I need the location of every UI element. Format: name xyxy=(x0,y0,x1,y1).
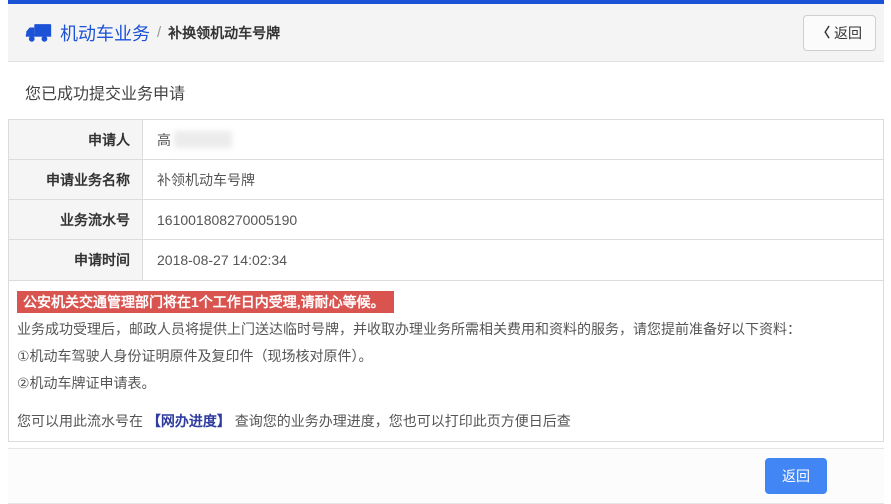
table-row: 申请业务名称 补领机动车号牌 xyxy=(9,160,883,200)
progress-link[interactable]: 【网办进度】 xyxy=(147,413,231,429)
table-row: 申请人 高 xyxy=(9,120,883,160)
notes-panel: 公安机关交通管理部门将在1个工作日内受理,请耐心等候。 业务成功受理后，邮政人员… xyxy=(8,280,884,442)
breadcrumb-separator: / xyxy=(157,24,161,41)
details-table: 申请人 高 申请业务名称 补领机动车号牌 业务流水号 1610018082700… xyxy=(8,119,884,281)
detail-label: 申请时间 xyxy=(9,240,143,280)
breadcrumb-current: 补换领机动车号牌 xyxy=(168,23,280,43)
progress-note-suffix: 查询您的业务办理进度，您也可以打印此页方便日后查 xyxy=(235,413,571,429)
note-paragraph: ①机动车驾驶人身份证明原件及复印件（现场核对原件）。 xyxy=(17,346,875,366)
page-title: 您已成功提交业务申请 xyxy=(25,80,884,104)
progress-note: 您可以用此流水号在 【网办进度】 查询您的业务办理进度，您也可以打印此页方便日后… xyxy=(17,411,875,431)
back-button-bottom[interactable]: 返回 xyxy=(765,458,827,494)
detail-label: 业务流水号 xyxy=(9,200,143,239)
notice-banner: 公安机关交通管理部门将在1个工作日内受理,请耐心等候。 xyxy=(17,291,394,313)
table-row: 业务流水号 161001808270005190 xyxy=(9,200,883,240)
table-row: 申请时间 2018-08-27 14:02:34 xyxy=(9,240,883,280)
detail-label: 申请人 xyxy=(9,120,143,159)
detail-value: 高 xyxy=(143,120,883,159)
progress-note-prefix: 您可以用此流水号在 xyxy=(17,413,143,429)
detail-value: 补领机动车号牌 xyxy=(143,160,883,199)
applicant-name: 高 xyxy=(157,130,171,150)
detail-label: 申请业务名称 xyxy=(9,160,143,199)
breadcrumb-section[interactable]: 机动车业务 xyxy=(60,20,150,46)
back-button-top-label: 返回 xyxy=(834,23,862,43)
back-button-top[interactable]: 〈 返回 xyxy=(803,15,876,51)
detail-value: 2018-08-27 14:02:34 xyxy=(143,240,883,280)
truck-icon xyxy=(25,22,52,43)
header: 机动车业务 / 补换领机动车号牌 〈 返回 xyxy=(8,4,884,62)
detail-value: 161001808270005190 xyxy=(143,200,883,239)
redacted-name-blur xyxy=(174,131,232,148)
note-paragraph: ②机动车牌证申请表。 xyxy=(17,373,875,393)
footer-bar: 返回 xyxy=(8,448,884,504)
note-paragraph: 业务成功受理后，邮政人员将提供上门送达临时号牌，并收取办理业务所需相关费用和资料… xyxy=(17,319,875,339)
page: 机动车业务 / 补换领机动车号牌 〈 返回 您已成功提交业务申请 申请人 高 申… xyxy=(0,0,891,504)
chevron-left-icon: 〈 xyxy=(817,26,830,39)
